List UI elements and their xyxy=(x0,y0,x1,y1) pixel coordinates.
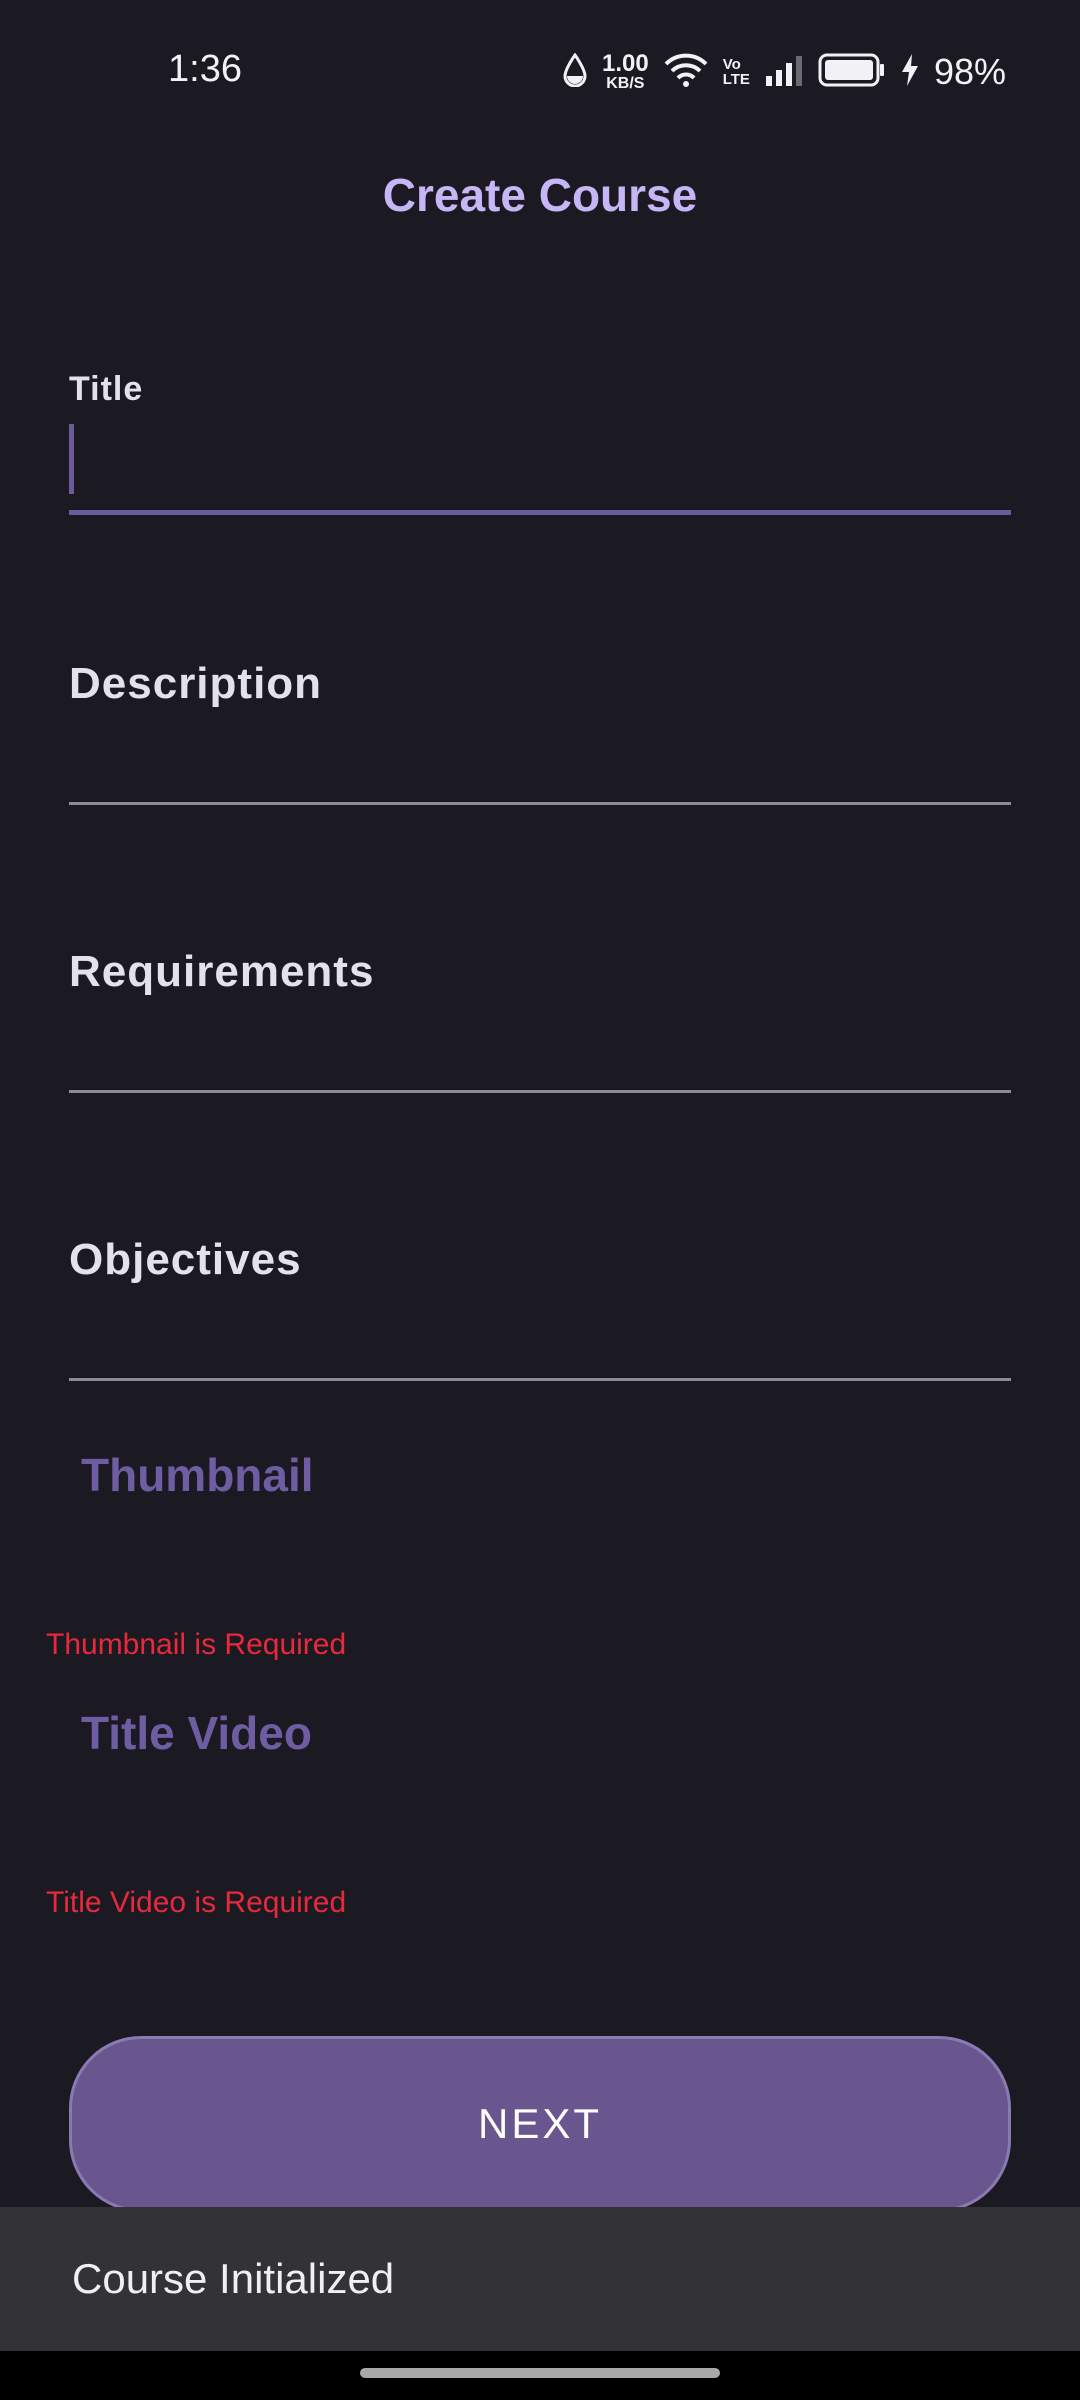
page-title: Create Course xyxy=(382,169,698,221)
snackbar-message: Course Initialized xyxy=(72,2255,395,2302)
objectives-field-underline xyxy=(69,1378,1011,1381)
requirements-field-underline xyxy=(69,1090,1011,1093)
thumbnail-error-text: Thumbnail is Required xyxy=(46,1628,347,1661)
thumbnail-upload-button[interactable]: Thumbnail xyxy=(81,1448,314,1502)
net-speed-unit: KB/S xyxy=(606,75,645,92)
wifi-icon xyxy=(663,52,709,93)
volte-icon: Vo LTE xyxy=(723,57,750,87)
battery-percent: 98% xyxy=(933,51,1006,92)
drop-icon xyxy=(562,51,588,92)
title-video-error-text: Title Video is Required xyxy=(46,1886,347,1919)
volte-top-text: Vo xyxy=(722,56,741,73)
net-speed-indicator: 1.00 KB/S xyxy=(602,52,649,92)
description-field[interactable]: Description xyxy=(69,655,1011,805)
status-time: 1:36 xyxy=(168,48,242,90)
battery-icon xyxy=(818,53,886,92)
status-icons: 1.00 KB/S Vo LTE 98% xyxy=(562,44,1006,100)
snackbar: Course Initialized xyxy=(0,2207,1080,2351)
status-bar: 1:36 1.00 KB/S Vo LTE 98% xyxy=(0,0,1080,140)
navigation-bar xyxy=(0,2351,1080,2400)
net-speed-value: 1.00 xyxy=(602,50,649,77)
title-video-upload-button[interactable]: Title Video xyxy=(81,1706,312,1760)
home-indicator[interactable] xyxy=(360,2368,720,2378)
description-field-label: Description xyxy=(69,659,323,708)
next-button[interactable]: NEXT xyxy=(69,2036,1011,2212)
requirements-field-label: Requirements xyxy=(69,947,375,996)
objectives-field[interactable]: Objectives xyxy=(69,1231,1011,1381)
objectives-field-label: Objectives xyxy=(69,1235,302,1284)
charging-bolt-icon xyxy=(900,53,920,92)
requirements-field[interactable]: Requirements xyxy=(69,943,1011,1093)
title-field-underline xyxy=(69,510,1011,515)
description-field-underline xyxy=(69,802,1011,805)
text-caret xyxy=(69,424,74,494)
title-field-label: Title xyxy=(69,370,144,408)
volte-bottom-text: LTE xyxy=(722,71,750,88)
title-field[interactable]: Title xyxy=(69,370,1011,520)
signal-icon xyxy=(764,54,804,91)
